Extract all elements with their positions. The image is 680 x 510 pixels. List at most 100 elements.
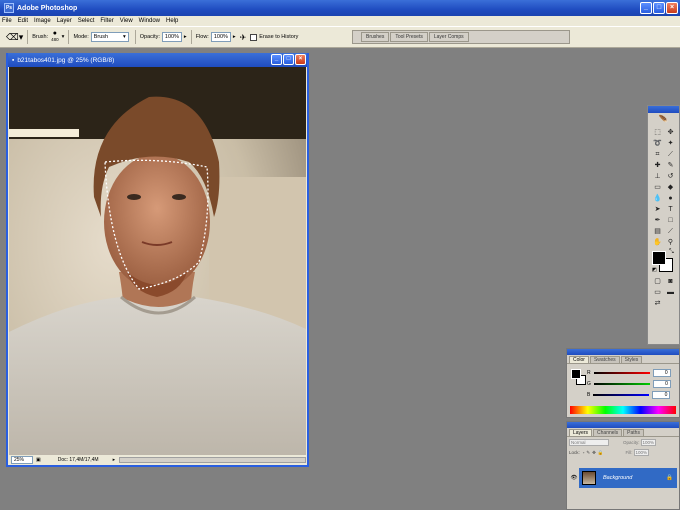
quick-mask-icon[interactable]: ◙ [665,277,676,287]
layer-thumbnail [582,471,596,485]
tab-channels[interactable]: Channels [593,429,623,436]
tab-tool-presets[interactable]: Tool Presets [390,32,428,42]
doc-maximize-button[interactable]: □ [283,54,294,65]
doc-close-button[interactable]: × [295,54,306,65]
photoshop-logo-icon: Ps [4,3,14,13]
mode-label: Mode: [73,34,89,40]
screen-mode-full-icon[interactable]: ▬ [665,288,676,298]
move-icon[interactable]: ✥ [665,128,676,138]
blur-icon[interactable]: 💧 [652,194,663,204]
b-value[interactable]: 0 [652,391,671,399]
menu-layer[interactable]: Layer [57,18,72,24]
lock-label: Lock: [569,450,580,455]
eye-visibility-icon[interactable]: 👁 [569,468,579,488]
tab-paths[interactable]: Paths [623,429,644,436]
opacity-label: Opacity: [139,34,160,40]
erase-history-checkbox[interactable] [250,33,258,41]
r-value[interactable]: 0 [652,369,671,377]
b-slider[interactable] [593,394,650,396]
zoom-tool-icon[interactable]: ⚲ [665,238,676,248]
notes-icon[interactable]: ▤ [652,227,663,237]
screen-mode-standard-icon[interactable]: ▭ [652,288,663,298]
layer-opacity-input[interactable]: 100% [640,439,657,446]
menu-view[interactable]: View [120,18,133,24]
zoom-icon[interactable]: ▣ [36,457,41,463]
fill-input[interactable]: 100% [633,449,650,456]
chevron-down-icon: ▾ [122,34,126,40]
lasso-icon[interactable]: ➰ [652,139,663,149]
divider [68,30,70,44]
flow-input[interactable]: 100% [210,32,231,42]
zoom-field[interactable]: 25% [11,456,33,464]
tab-layers[interactable]: Layers [569,429,593,436]
tab-layer-comps[interactable]: Layer Comps [428,32,469,42]
r-slider[interactable] [593,372,650,374]
brush-icon[interactable]: ✎ [665,161,676,171]
opacity-input[interactable]: 100% [161,32,182,42]
status-scrollbar[interactable] [119,457,306,463]
magic-wand-icon[interactable]: ✦ [665,139,676,149]
g-slider[interactable] [593,383,650,385]
path-selection-icon[interactable]: ➤ [652,205,663,215]
dodge-icon[interactable]: ● [665,194,676,204]
menu-file[interactable]: File [2,18,12,24]
opacity-slider-icon[interactable]: ▸ [184,34,187,40]
swap-colors-icon[interactable]: ⤡ [669,249,674,256]
g-value[interactable]: 0 [652,380,671,388]
menu-help[interactable]: Help [166,18,178,24]
layer-opacity-label: Opacity: [623,440,640,445]
healing-brush-icon[interactable]: ✚ [652,161,663,171]
type-icon[interactable]: T [665,205,676,215]
blend-mode-select[interactable]: Normal [569,439,609,446]
menu-filter[interactable]: Filter [100,18,113,24]
color-fg-swatch[interactable] [571,369,581,379]
toolbox-titlebar[interactable] [648,106,679,113]
menu-edit[interactable]: Edit [18,18,28,24]
brush-label: Brush: [32,34,49,40]
standard-mode-icon[interactable]: ▢ [652,277,663,287]
feather-logo-icon[interactable]: 🪶 [648,113,679,125]
g-label: G [587,381,591,387]
eraser-icon[interactable]: ▭ [652,183,663,193]
jump-to-imageready-icon[interactable]: ⇄ [652,299,663,309]
mode-select[interactable]: Brush ▾ [90,32,129,42]
history-brush-icon[interactable]: ↺ [665,172,676,182]
pen-icon[interactable]: ✒ [652,216,663,226]
color-spectrum-bar[interactable] [570,406,676,414]
maximize-button[interactable]: □ [653,2,665,14]
layers-palette: Layers Channels Paths Normal Opacity: 10… [566,421,680,510]
tab-color[interactable]: Color [569,356,589,363]
marquee-icon[interactable]: ⬚ [652,128,663,138]
slice-icon[interactable]: ⟋ [665,150,676,160]
layer-row-background[interactable]: 👁 Background 🔒 [569,468,677,488]
lock-icons[interactable]: ▫✎✥🔒 [583,450,606,456]
foreground-color-swatch[interactable] [652,251,666,265]
brush-dropdown-icon[interactable]: ▾ [62,34,65,40]
rectangle-icon[interactable]: □ [665,216,676,226]
b-label: B [587,392,591,398]
eraser-tool-preset-icon[interactable]: ⌫▾ [6,32,23,43]
default-colors-icon[interactable]: ◩ [652,267,657,273]
tab-styles[interactable]: Styles [620,356,643,363]
canvas-photo[interactable] [9,67,306,457]
status-menu-arrow-icon[interactable]: ▸ [113,457,116,463]
doc-minimize-button[interactable]: _ [271,54,282,65]
menu-window[interactable]: Window [139,18,160,24]
minimize-button[interactable]: _ [640,2,652,14]
airbrush-icon[interactable]: ✈ [240,33,247,42]
close-button[interactable]: × [666,2,678,14]
flow-slider-icon[interactable]: ▸ [233,34,236,40]
hand-icon[interactable]: ✋ [652,238,663,248]
crop-icon[interactable]: ⌗ [652,150,663,160]
options-bar: ⌫▾ Brush: ● 480 ▾ Mode: Brush ▾ Opacity: … [0,26,680,48]
menu-select[interactable]: Select [78,18,95,24]
palette-well: Brushes Tool Presets Layer Comps [352,30,570,44]
clone-stamp-icon[interactable]: ⊥ [652,172,663,182]
tab-brushes[interactable]: Brushes [361,32,390,42]
eyedropper-icon[interactable]: ⟋ [665,227,676,237]
document-titlebar[interactable]: ▪ b21tabos401.jpg @ 25% (RGB/8) _ □ × [8,53,307,67]
tab-swatches[interactable]: Swatches [589,356,620,363]
paint-bucket-icon[interactable]: ◆ [665,183,676,193]
brush-picker[interactable]: ● 480 [51,30,59,43]
menu-image[interactable]: Image [34,18,51,24]
